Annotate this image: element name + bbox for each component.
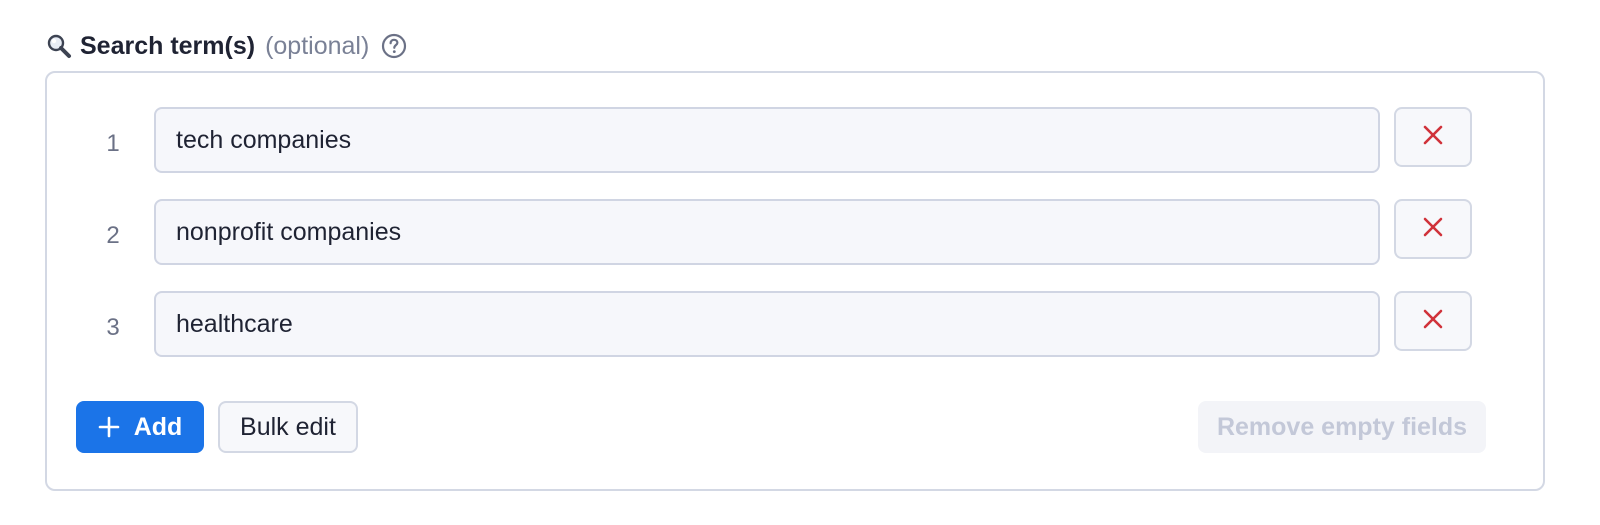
add-term-button[interactable]: Add bbox=[76, 401, 204, 453]
row-number: 2 bbox=[106, 222, 120, 249]
bulk-edit-button[interactable]: Bulk edit bbox=[218, 401, 358, 453]
close-icon bbox=[1422, 308, 1444, 335]
remove-empty-label: Remove empty fields bbox=[1216, 412, 1468, 441]
search-terms-panel: 1 2 bbox=[45, 71, 1545, 491]
search-term-input[interactable] bbox=[154, 107, 1380, 173]
add-button-label: Add bbox=[133, 412, 183, 441]
field-label: Search term(s) bbox=[80, 31, 256, 60]
field-label-row: Search term(s) (optional) bbox=[46, 28, 407, 64]
remove-term-button[interactable] bbox=[1394, 107, 1472, 167]
optional-hint: (optional) bbox=[265, 31, 370, 60]
remove-term-button[interactable] bbox=[1394, 291, 1472, 351]
row-number: 3 bbox=[106, 314, 120, 341]
close-icon bbox=[1422, 124, 1444, 151]
panel-footer: Add Bulk edit Remove empty fields bbox=[47, 401, 1543, 455]
search-term-input[interactable] bbox=[154, 291, 1380, 357]
close-icon bbox=[1422, 216, 1444, 243]
bulk-edit-label: Bulk edit bbox=[240, 412, 336, 441]
question-circle-icon[interactable] bbox=[381, 33, 407, 59]
search-term-input[interactable] bbox=[154, 199, 1380, 265]
row-number: 1 bbox=[106, 130, 120, 157]
remove-term-button[interactable] bbox=[1394, 199, 1472, 259]
term-row: 2 bbox=[47, 199, 1543, 267]
remove-empty-fields-button[interactable]: Remove empty fields bbox=[1198, 401, 1486, 453]
magnifier-icon bbox=[46, 33, 72, 59]
plus-icon bbox=[98, 416, 120, 438]
term-row: 1 bbox=[47, 107, 1543, 175]
term-row: 3 bbox=[47, 291, 1543, 359]
